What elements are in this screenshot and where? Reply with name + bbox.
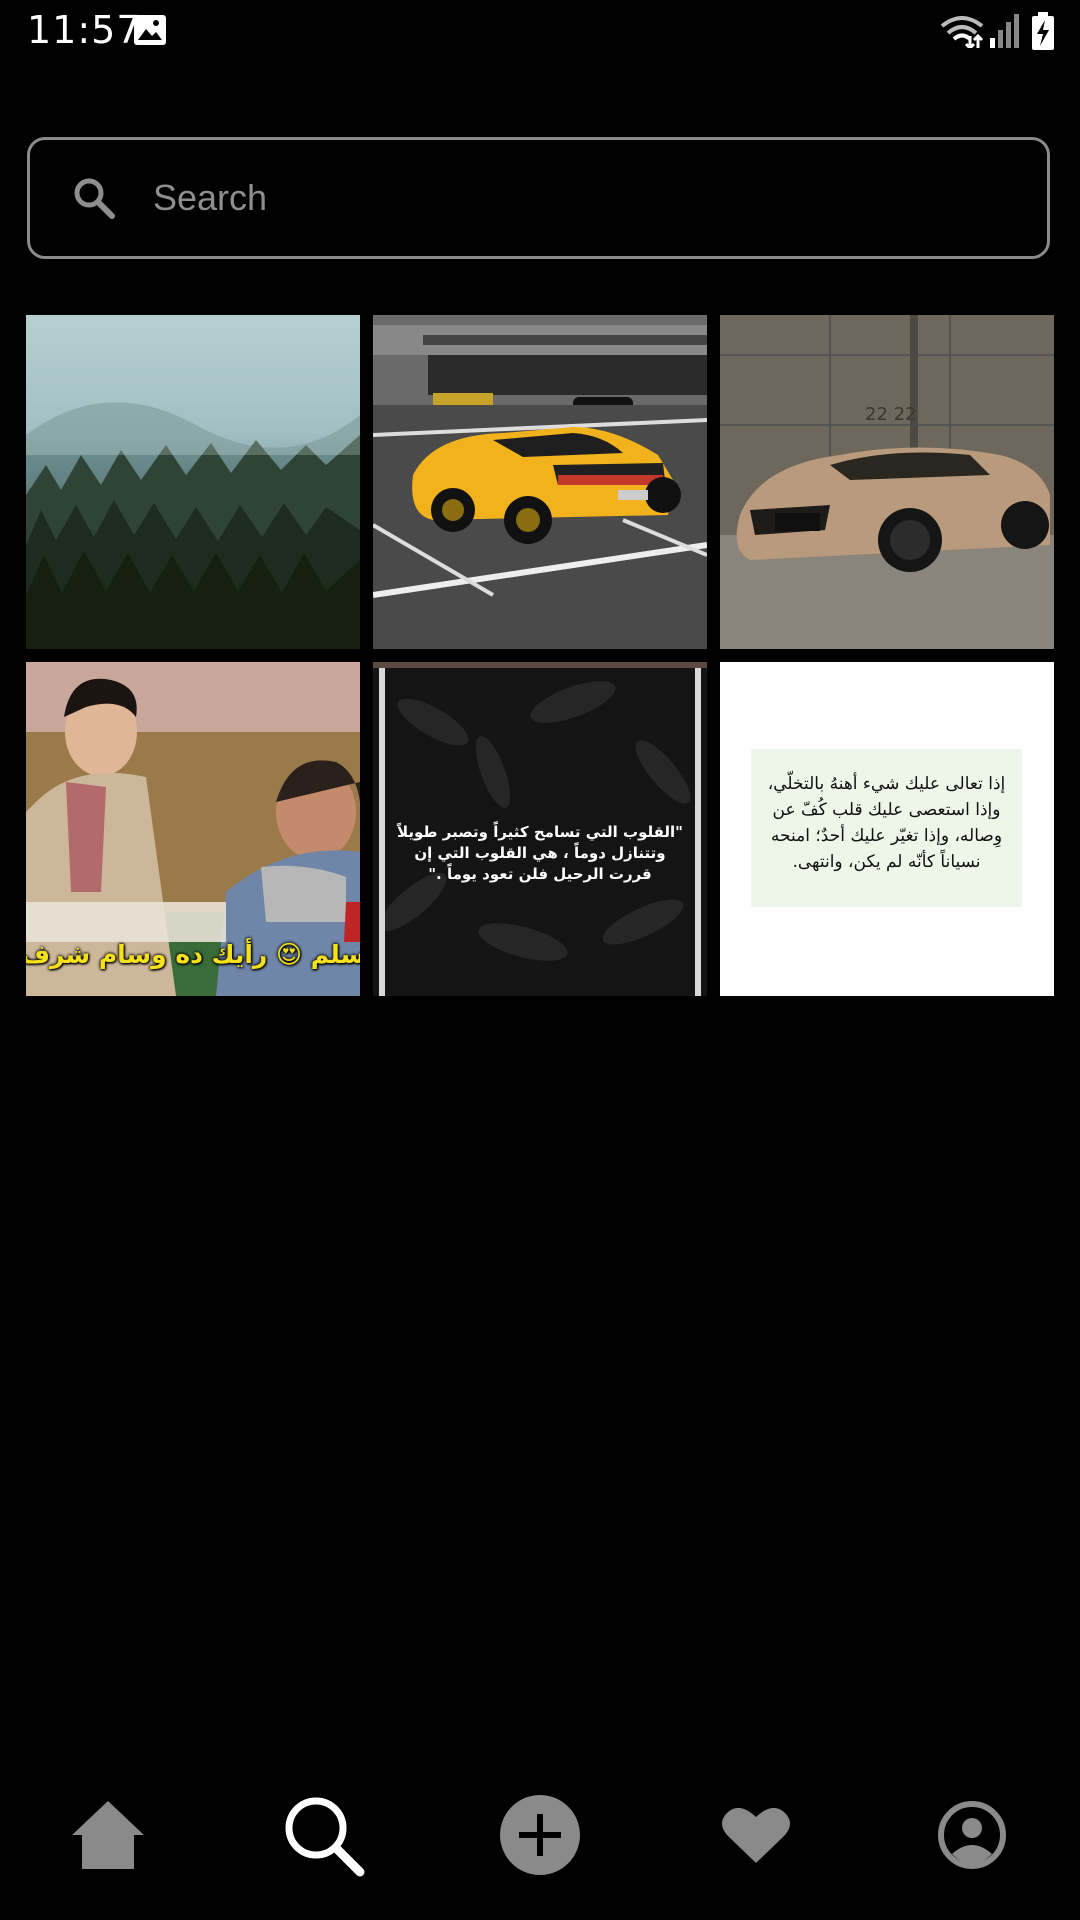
svg-text:22 22: 22 22 bbox=[865, 404, 917, 425]
nav-favorites[interactable] bbox=[706, 1780, 806, 1890]
search-icon bbox=[285, 1797, 365, 1877]
grid-tile-forest[interactable] bbox=[26, 315, 360, 649]
status-bar: 11:57 bbox=[0, 0, 1080, 64]
search-icon bbox=[74, 178, 115, 219]
profile-icon bbox=[938, 1801, 1006, 1869]
grid-tile-yellow-car[interactable] bbox=[373, 315, 707, 649]
status-time: 11:57 bbox=[27, 8, 142, 52]
dark-quote-text: "القلوب التي تسامح كثيراً وتصبر طويلاً و… bbox=[397, 823, 683, 883]
signal-icon bbox=[990, 14, 1019, 48]
home-icon bbox=[72, 1801, 144, 1869]
yellow-car-image bbox=[373, 315, 707, 649]
nav-profile[interactable] bbox=[922, 1780, 1022, 1890]
gold-car-image: 22 22 bbox=[720, 315, 1054, 649]
movie-caption: سلم 😍 رأيك ده وسام شرف افت bbox=[26, 940, 360, 969]
battery-charging-icon bbox=[1032, 12, 1054, 50]
search-bar[interactable] bbox=[27, 137, 1050, 259]
nav-home[interactable] bbox=[58, 1780, 158, 1890]
gallery-icon bbox=[134, 15, 166, 45]
nav-add[interactable] bbox=[490, 1780, 590, 1890]
wifi-icon bbox=[940, 16, 984, 48]
grid-tile-white-quote[interactable]: إذا تعالى عليك شيء أهنهُ بالتخلّي، وإذا … bbox=[720, 662, 1054, 996]
add-icon bbox=[500, 1795, 580, 1875]
search-input[interactable] bbox=[153, 160, 1013, 236]
white-quote-text: إذا تعالى عليك شيء أهنهُ بالتخلّي، وإذا … bbox=[767, 774, 1006, 872]
quote-card: إذا تعالى عليك شيء أهنهُ بالتخلّي، وإذا … bbox=[751, 749, 1022, 907]
nav-search[interactable] bbox=[273, 1780, 373, 1890]
grid-tile-dark-quote[interactable]: "القلوب التي تسامح كثيراً وتصبر طويلاً و… bbox=[373, 662, 707, 996]
heart-icon bbox=[722, 1807, 790, 1863]
forest-image bbox=[26, 315, 360, 649]
bottom-navigation bbox=[0, 1780, 1080, 1920]
grid-tile-movie-still[interactable]: سلم 😍 رأيك ده وسام شرف افت bbox=[26, 662, 360, 996]
grid-tile-gold-car[interactable]: 22 22 bbox=[720, 315, 1054, 649]
